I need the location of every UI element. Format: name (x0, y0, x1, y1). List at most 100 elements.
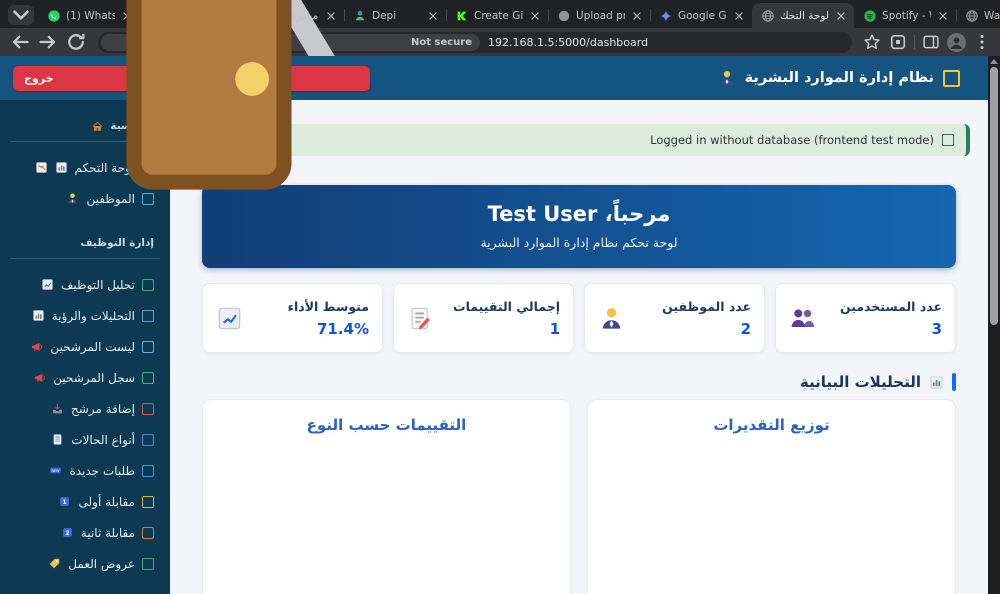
sidebar-item[interactable]: طلبات جديدةNEW (0, 458, 170, 483)
svg-text:1: 1 (63, 499, 67, 506)
chart-title: توزيع التقديرات (588, 416, 955, 434)
sidebar-item-bullet-icon (142, 403, 154, 415)
tab-title: Depi (372, 10, 421, 22)
sidebar-item[interactable]: التحليلات والرؤية (0, 303, 170, 328)
chart-bars-icon (32, 309, 45, 322)
stat-text: إجمالي التقييمات1 (453, 299, 560, 338)
sidebar-item-label: مقابلة أولى (78, 495, 135, 509)
sidebar-item[interactable]: ليست المرشحين (0, 334, 170, 359)
tab-search-button[interactable] (8, 5, 34, 25)
sidebar-item-bullet-icon (142, 434, 154, 446)
svg-text:NEW: NEW (52, 469, 61, 473)
app-title-group: نظام إدارة الموارد البشرية (718, 56, 960, 100)
extensions-icon (888, 32, 908, 52)
sidebar-item-bullet-icon (142, 527, 154, 539)
logout-label: خروج (24, 72, 54, 85)
tab-close-button[interactable] (834, 9, 848, 23)
tab-close-button[interactable] (630, 9, 644, 23)
sidebar-item-bullet-icon (142, 279, 154, 291)
chart-card: التقييمات حسب النوع (202, 399, 571, 594)
sidebar-item-bullet-icon (142, 465, 154, 477)
page-scrollbar[interactable] (988, 56, 1000, 594)
tab-close-button[interactable] (936, 9, 950, 23)
analytics-heading: التحليلات البيانية (202, 372, 956, 392)
bookmark-button[interactable] (862, 32, 882, 52)
stat-text: عدد المستخدمين3 (840, 299, 942, 338)
menu-toggle-icon[interactable] (943, 70, 960, 87)
page-title: نظام إدارة الموارد البشرية (745, 70, 934, 86)
stat-title: إجمالي التقييمات (453, 299, 560, 314)
sidebar-item[interactable]: إضافة مرشح (0, 396, 170, 421)
megaphone-icon (30, 340, 43, 353)
gemini-favicon-icon (659, 9, 673, 23)
sidebar-section-header: إدارة التوظيف (0, 235, 170, 251)
stat-value: 71.4% (288, 320, 369, 338)
gray-circle-favicon-icon (557, 9, 571, 23)
door-icon (59, 0, 359, 229)
megaphone-icon (33, 371, 46, 384)
person-suit-icon (718, 69, 736, 87)
analytics-title: التحليلات البيانية (800, 373, 921, 391)
sidebar-item[interactable]: أنواع الحالات (0, 427, 170, 452)
bar-chart-icon (929, 375, 944, 390)
stat-text: متوسط الأداء 71.4% (288, 299, 369, 338)
inbox-tray-icon (51, 402, 64, 415)
sidebar-item[interactable]: مقابلة أولى 1 (0, 489, 170, 514)
sidebar-item-bullet-icon (142, 310, 154, 322)
menu-button[interactable] (972, 32, 992, 52)
tab-close-button[interactable] (732, 9, 746, 23)
sidebar-item[interactable]: عروض العمل (0, 551, 170, 576)
sidebar-section-label: إدارة التوظيف (80, 237, 154, 249)
sidebar-item[interactable]: مقابلة ثانية2 (0, 520, 170, 545)
back-button[interactable] (8, 30, 32, 54)
browser-tab[interactable]: Spotify - W (854, 3, 956, 28)
browser-tab[interactable]: Upload pr (548, 3, 650, 28)
sidebar-divider (10, 258, 160, 259)
info-icon (942, 134, 954, 146)
chevron-down-icon (8, 2, 34, 28)
browser-tab[interactable]: Watch (956, 3, 1000, 28)
stat-card: متوسط الأداء 71.4% (202, 283, 383, 353)
keycap-1-icon: 1 (58, 495, 71, 508)
tab-title: لوحة التحك (780, 10, 829, 22)
scrollbar-thumb[interactable] (990, 67, 998, 325)
stat-title: عدد الموظفين (662, 299, 751, 314)
browser-tab[interactable]: Google Ge (650, 3, 752, 28)
sidebar-item-label: ليست المرشحين (50, 340, 135, 354)
page-viewport: خروج نظام إدارة الموارد البشرية الرئيسية… (0, 56, 1000, 594)
profile-avatar[interactable] (947, 33, 966, 52)
browser-tab[interactable]: Depi (344, 3, 446, 28)
forward-icon (36, 30, 60, 54)
sidebar-item[interactable]: تحليل التوظيف (0, 272, 170, 297)
extensions-button[interactable] (888, 32, 908, 52)
logout-button[interactable]: خروج (13, 66, 370, 91)
doc-lines-icon (51, 433, 64, 446)
stat-card: عدد المستخدمين3 (775, 283, 956, 353)
welcome-subtitle: لوحة تحكم نظام إدارة الموارد البشرية (202, 235, 956, 250)
side-panel-button[interactable] (921, 32, 941, 52)
busts-icon (789, 305, 816, 332)
tab-title: Create Gig (474, 10, 523, 22)
browser-window: (1) WhatsADEPI Studiمبادرة روادDepiCreat… (0, 0, 1000, 594)
stat-card: إجمالي التقييمات1 (393, 283, 574, 353)
tab-close-button[interactable] (426, 9, 440, 23)
kick-favicon-icon (455, 9, 469, 23)
browser-tab[interactable]: لوحة التحك (752, 3, 854, 28)
chart-title: التقييمات حسب النوع (203, 416, 570, 434)
stat-title: متوسط الأداء (288, 299, 369, 314)
scrollbar-up-arrow[interactable] (990, 59, 998, 64)
toolbar-actions (862, 32, 992, 52)
new-badge-icon: NEW (49, 464, 62, 477)
sidebar-item-bullet-icon (142, 372, 154, 384)
sidebar-item-label: مقابلة ثانية (81, 526, 135, 540)
tab-title: Spotify - W (882, 10, 931, 22)
browser-tab[interactable]: Create Gig (446, 3, 548, 28)
sidebar-item-label: عروض العمل (68, 557, 135, 571)
sidebar-item-label: سجل المرشحين (53, 371, 135, 385)
globe-favicon-icon (965, 9, 979, 23)
tab-title: Watch (984, 10, 1000, 22)
spotify-favicon-icon (863, 9, 877, 23)
sidebar-item[interactable]: سجل المرشحين (0, 365, 170, 390)
forward-button[interactable] (36, 30, 60, 54)
tab-close-button[interactable] (528, 9, 542, 23)
